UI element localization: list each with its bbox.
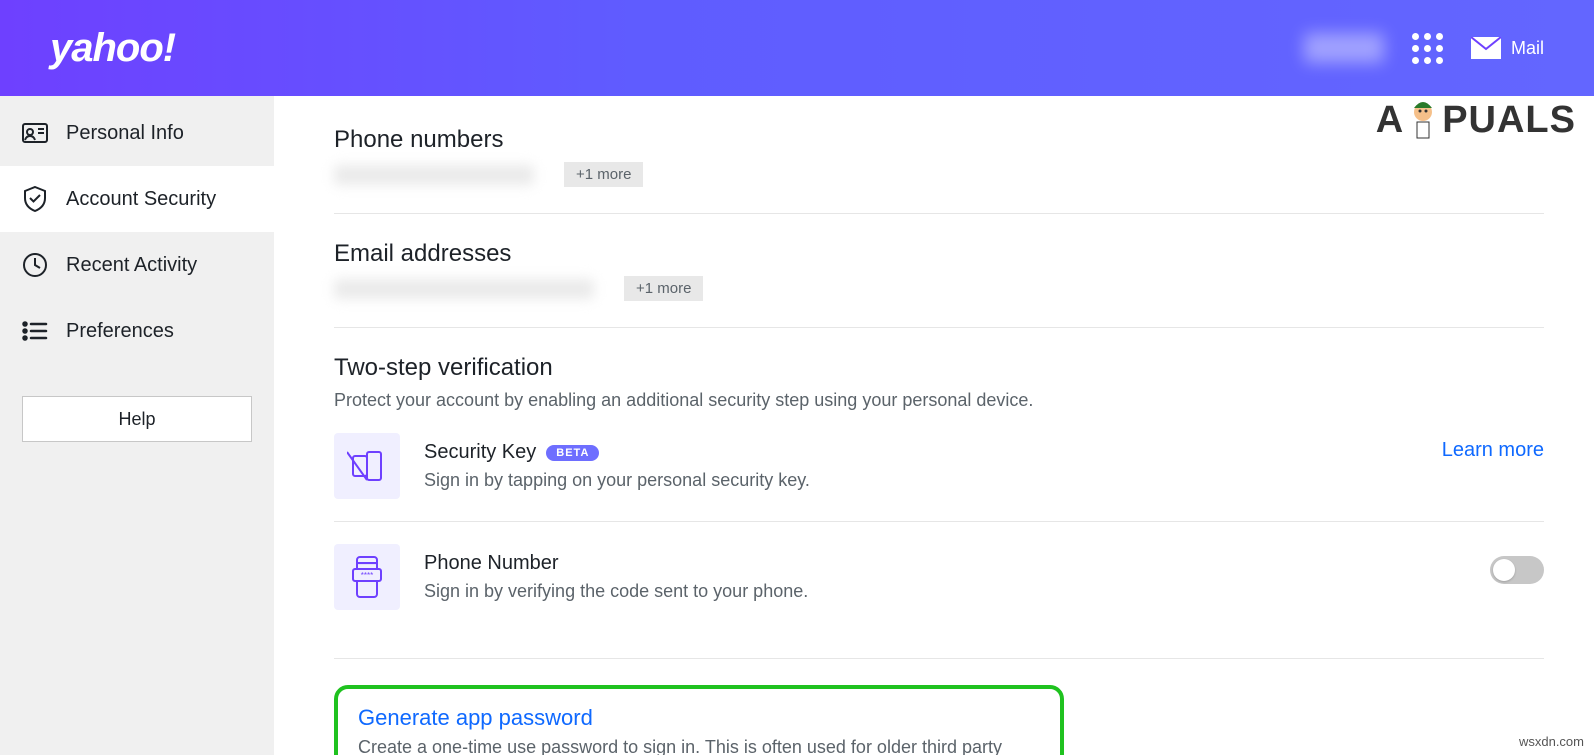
email-addresses-section: Email addresses +1 more: [334, 240, 1544, 328]
sidebar-item-recent-activity[interactable]: Recent Activity: [0, 232, 274, 298]
generate-app-password-desc: Create a one-time use password to sign i…: [358, 737, 1040, 755]
two-step-section: Two-step verification Protect your accou…: [334, 354, 1544, 659]
phone-verify-icon: ****: [334, 544, 400, 610]
security-key-title: Security Key BETA: [424, 441, 810, 464]
learn-more-link[interactable]: Learn more: [1442, 439, 1544, 462]
security-key-desc: Sign in by tapping on your personal secu…: [424, 470, 810, 491]
generate-app-password-link[interactable]: Generate app password: [358, 705, 593, 730]
help-button[interactable]: Help: [22, 396, 252, 442]
main-content: Phone numbers +1 more Email addresses +1…: [274, 96, 1594, 755]
user-account-blurred[interactable]: [1304, 33, 1384, 63]
top-header: yahoo! Mail: [0, 0, 1594, 96]
phone-number-row: **** Phone Number Sign in by verifying t…: [334, 522, 1544, 632]
email-more-badge[interactable]: +1 more: [624, 276, 703, 301]
list-icon: [22, 318, 48, 344]
phone-more-badge[interactable]: +1 more: [564, 162, 643, 187]
sidebar-item-label: Recent Activity: [66, 254, 197, 277]
yahoo-logo[interactable]: yahoo!: [50, 26, 175, 71]
beta-badge: BETA: [546, 445, 599, 461]
sidebar-item-label: Account Security: [66, 188, 216, 211]
phone-number-desc: Sign in by verifying the code sent to yo…: [424, 581, 808, 602]
sidebar-item-personal-info[interactable]: Personal Info: [0, 100, 274, 166]
phone-verify-toggle[interactable]: [1490, 556, 1544, 584]
shield-icon: [22, 186, 48, 212]
section-title: Phone numbers: [334, 126, 1544, 154]
generate-app-password-box: Generate app password Create a one-time …: [334, 685, 1064, 755]
sidebar-item-preferences[interactable]: Preferences: [0, 298, 274, 364]
sidebar-item-label: Preferences: [66, 320, 174, 343]
mail-label: Mail: [1511, 38, 1544, 59]
person-card-icon: [22, 120, 48, 146]
clock-icon: [22, 252, 48, 278]
source-label: wsxdn.com: [1519, 734, 1584, 749]
security-key-title-text: Security Key: [424, 441, 536, 464]
phone-number-title: Phone Number: [424, 552, 808, 575]
header-right: Mail: [1304, 33, 1544, 64]
phone-numbers-section: Phone numbers +1 more: [334, 126, 1544, 214]
sidebar: Personal Info Account Security Recent Ac…: [0, 96, 274, 755]
mail-link[interactable]: Mail: [1471, 37, 1544, 59]
apps-grid-icon[interactable]: [1412, 33, 1443, 64]
phone-value-blurred: [334, 165, 534, 185]
section-title: Email addresses: [334, 240, 1544, 268]
section-subtext: Protect your account by enabling an addi…: [334, 390, 1544, 411]
section-title: Two-step verification: [334, 354, 1544, 382]
email-value-blurred: [334, 279, 594, 299]
security-key-icon: [334, 433, 400, 499]
mail-icon: [1471, 37, 1501, 59]
svg-text:****: ****: [361, 571, 373, 580]
sidebar-item-label: Personal Info: [66, 122, 184, 145]
security-key-row: Security Key BETA Sign in by tapping on …: [334, 411, 1544, 521]
sidebar-item-account-security[interactable]: Account Security: [0, 166, 274, 232]
